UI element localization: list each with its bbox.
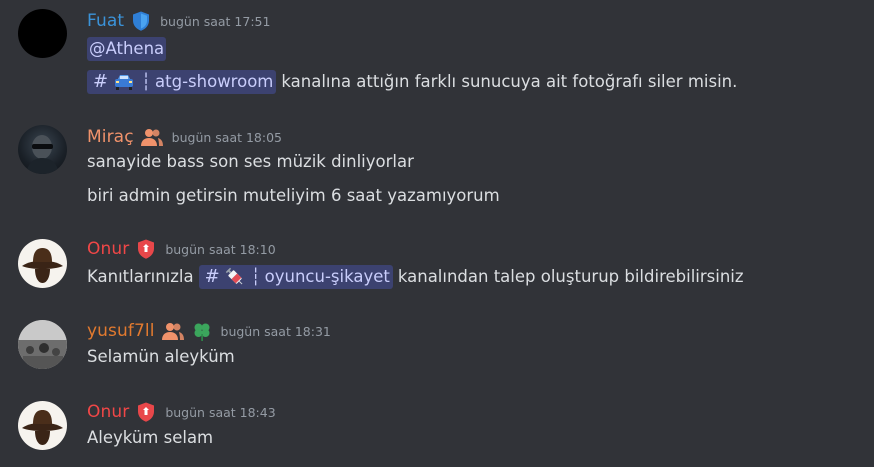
message-text: biri admin getirsin muteliyim 6 saat yaz… <box>87 186 500 205</box>
message-text: sanayide bass son ses müzik dinliyorlar <box>87 152 414 171</box>
message-text: kanalından talep oluşturup bildirebilirs… <box>397 267 744 286</box>
username[interactable]: Onur <box>87 239 129 259</box>
avatar[interactable] <box>18 125 67 174</box>
avatar[interactable] <box>18 239 67 288</box>
message-line: # ┆ atg-showroom kanalına attığın farklı… <box>87 70 737 94</box>
channel-mention[interactable]: # ┆ oyuncu-şikayet <box>198 265 393 289</box>
clover-icon <box>191 320 213 342</box>
user-mention[interactable]: @Athena <box>87 37 167 61</box>
message-line: sanayide bass son ses müzik dinliyorlar <box>87 151 414 173</box>
message-line: Selamün aleyküm <box>87 346 235 368</box>
message-header: Miraç bugün saat 18:05 <box>87 126 282 148</box>
timestamp: bugün saat 18:05 <box>171 129 282 145</box>
timestamp: bugün saat 17:51 <box>160 13 271 29</box>
message-text: Aleyküm selam <box>87 428 214 447</box>
avatar[interactable] <box>18 9 67 58</box>
hash-icon: # <box>204 266 220 287</box>
message-text: Selamün aleyküm <box>87 347 235 366</box>
channel-name: oyuncu-şikayet <box>264 267 390 286</box>
mod-shield-icon <box>135 401 157 423</box>
username[interactable]: yusuf7ll <box>87 321 155 341</box>
shield-icon <box>130 10 152 32</box>
channel-separator: ┆ <box>141 72 152 91</box>
mod-shield-icon <box>135 238 157 260</box>
members-icon <box>140 127 164 147</box>
message-line: biri admin getirsin muteliyim 6 saat yaz… <box>87 185 500 207</box>
avatar[interactable] <box>18 401 67 450</box>
hash-icon: # <box>93 71 109 92</box>
car-icon <box>113 73 135 91</box>
username[interactable]: Onur <box>87 402 129 422</box>
message-header: Fuat bugün saat 17:51 <box>87 10 270 32</box>
timestamp: bugün saat 18:10 <box>165 241 276 257</box>
timestamp: bugün saat 18:31 <box>220 323 331 339</box>
message-text: Kanıtlarınızla <box>87 267 194 286</box>
message-text: kanalına attığın farklı sunucuya ait fot… <box>281 72 738 91</box>
channel-mention[interactable]: # ┆ atg-showroom <box>87 70 277 94</box>
message-header: Onur bugün saat 18:10 <box>87 238 276 260</box>
avatar[interactable] <box>18 320 67 369</box>
message-line: @Athena <box>87 37 167 61</box>
message-header: yusuf7ll bugün saat 18:31 <box>87 320 331 342</box>
members-icon <box>161 321 185 341</box>
username[interactable]: Fuat <box>87 11 124 31</box>
message-header: Onur bugün saat 18:43 <box>87 401 276 423</box>
timestamp: bugün saat 18:43 <box>165 404 276 420</box>
channel-separator: ┆ <box>250 267 261 286</box>
message-line: Kanıtlarınızla # ┆ oyuncu-şikayet kanalı… <box>87 265 744 289</box>
username[interactable]: Miraç <box>87 127 134 147</box>
channel-name: atg-showroom <box>155 72 274 91</box>
syringe-icon <box>225 267 245 287</box>
message-line: Aleyküm selam <box>87 427 213 449</box>
